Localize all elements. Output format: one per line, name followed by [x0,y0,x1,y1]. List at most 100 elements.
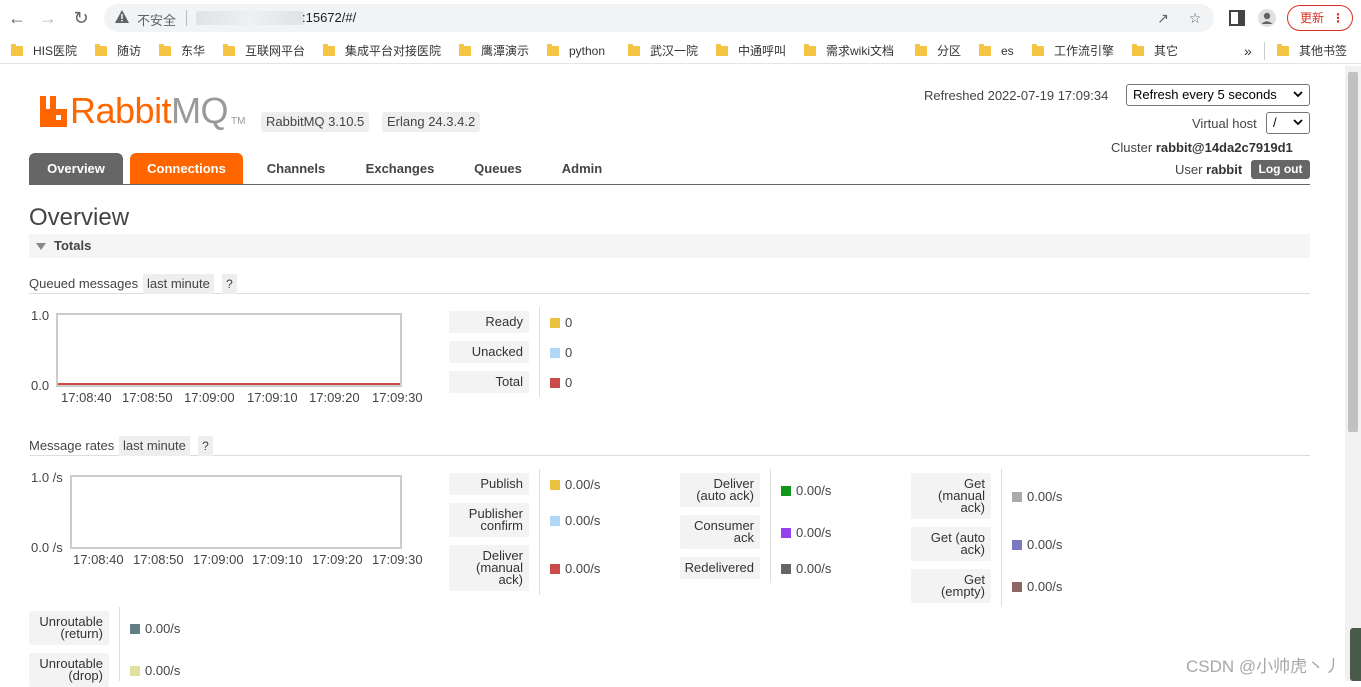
x-tick: 17:08:40 [73,552,124,567]
share-icon[interactable]: ↗ [1154,9,1172,27]
bookmark-item[interactable]: 需求wiki文档 [804,42,894,60]
rabbitmq-logo-icon [40,96,67,127]
get-auto-swatch [1012,540,1022,550]
logout-button[interactable]: Log out [1251,160,1310,179]
deliver-manual-value: 0.00/s [565,561,601,576]
legend-total: Total [449,371,529,393]
legend-deliver-manual-ack: Deliver (manual ack) [449,545,529,591]
bookmark-item[interactable]: 武汉一院 [628,42,698,60]
bookmark-item[interactable]: 分区 [915,42,961,60]
y-axis-max: 1.0 /s [31,470,63,485]
address-bar[interactable]: 不安全 :15672/#/ ↗ ☆ [104,4,1214,32]
unacked-value: 0 [565,345,573,360]
bookmark-item[interactable]: 中通呼叫 [716,42,786,60]
folder-icon [547,44,559,56]
vhost-select[interactable]: / [1266,112,1310,134]
unroutable-drop-swatch [130,666,140,676]
publisher-confirm-value: 0.00/s [565,513,601,528]
y-axis-min: 0.0 [31,378,50,393]
unroutable-drop-value: 0.00/s [145,663,181,678]
help-icon[interactable]: ? [198,436,213,456]
legend-divider [770,469,771,583]
folder-icon [323,44,335,56]
section-title: Totals [54,238,92,253]
tab-channels[interactable]: Channels [257,153,335,184]
range-selector[interactable]: last minute [143,274,214,294]
x-tick: 17:09:20 [312,552,363,567]
more-bookmarks-icon[interactable]: » [1244,42,1252,60]
deliver-auto-value: 0.00/s [796,483,832,498]
message-rates-label: Message rates [29,438,115,453]
browser-toolbar: ← → ↻ 不安全 :15672/#/ ↗ ☆ 更新 ⋮ [0,0,1361,36]
folder-icon [95,44,107,56]
y-axis-max: 1.0 [31,308,50,323]
insecure-label: 不安全 [137,13,177,28]
bookmark-item[interactable]: 集成平台对接医院 [323,42,441,60]
totals-section-toggle[interactable]: Totals [29,234,1310,258]
refresh-interval-select[interactable]: Refresh every 5 seconds [1126,84,1310,106]
folder-icon [716,44,728,56]
range-selector[interactable]: last minute [119,436,190,456]
bookmark-item[interactable]: 随访 [95,42,141,60]
help-icon[interactable]: ? [222,274,237,294]
cluster-info: Cluster rabbit@14da2c7919d1 [1111,140,1293,155]
consumer-ack-swatch [781,528,791,538]
update-label: 更新 [1300,11,1325,25]
message-rates-chart [70,475,402,549]
reload-icon[interactable]: ↻ [71,8,91,28]
folder-icon [1132,44,1144,56]
side-panel-icon[interactable] [1227,8,1247,28]
page-scrollbar[interactable] [1345,66,1361,681]
separator [186,10,187,26]
publisher-confirm-swatch [550,516,560,526]
bookmark-item[interactable]: 鹰潭演示 [459,42,529,60]
back-icon[interactable]: ← [7,8,27,28]
update-button[interactable]: 更新 ⋮ [1287,5,1353,31]
x-tick: 17:09:20 [309,390,360,405]
folder-icon [804,44,816,56]
get-empty-value: 0.00/s [1027,579,1063,594]
forward-icon[interactable]: → [38,8,58,28]
bookmark-item[interactable]: 互联网平台 [223,42,305,60]
folder-icon [915,44,927,56]
bookmark-divider [1264,42,1265,60]
bookmark-other[interactable]: 其他书签 [1277,42,1347,60]
deliver-manual-swatch [550,564,560,574]
legend-publisher-confirm: Publisher confirm [449,503,529,537]
bookmark-item[interactable]: es [979,42,1014,60]
bookmark-item[interactable]: 工作流引擎 [1032,42,1114,60]
legend-unroutable-drop: Unroutable (drop) [29,653,109,687]
tab-connections[interactable]: Connections [130,153,243,184]
unroutable-return-swatch [130,624,140,634]
refreshed-timestamp: Refreshed 2022-07-19 17:09:34 [924,88,1109,103]
legend-divider [119,607,120,681]
total-swatch [550,378,560,388]
x-tick: 17:08:50 [122,390,173,405]
tab-admin[interactable]: Admin [552,153,612,184]
publish-value: 0.00/s [565,477,601,492]
bookmark-item[interactable]: 东华 [159,42,205,60]
get-manual-swatch [1012,492,1022,502]
x-tick: 17:09:30 [372,390,423,405]
scroll-thumb[interactable] [1348,72,1358,432]
x-tick: 17:09:30 [372,552,423,567]
tab-exchanges[interactable]: Exchanges [356,153,444,184]
unacked-swatch [550,348,560,358]
publish-swatch [550,480,560,490]
version-badge: RabbitMQ 3.10.5 [261,112,370,132]
user-name: rabbit [1206,162,1243,177]
bookmark-item[interactable]: 其它 [1132,42,1178,60]
star-icon[interactable]: ☆ [1186,9,1204,27]
tab-queues[interactable]: Queues [464,153,532,184]
queued-messages-chart [56,313,402,387]
legend-get-manual-ack: Get (manual ack) [911,473,991,519]
bookmark-item[interactable]: HIS医院 [11,42,77,60]
get-empty-swatch [1012,582,1022,592]
folder-icon [223,44,235,56]
vhost-label: Virtual host [1192,116,1257,131]
profile-icon[interactable] [1257,8,1277,28]
tab-overview[interactable]: Overview [29,153,123,184]
csdn-watermark: CSDN @小帅虎丶丿 [1186,657,1342,676]
bookmark-item[interactable]: python [547,42,605,60]
blurred-host [196,11,304,25]
